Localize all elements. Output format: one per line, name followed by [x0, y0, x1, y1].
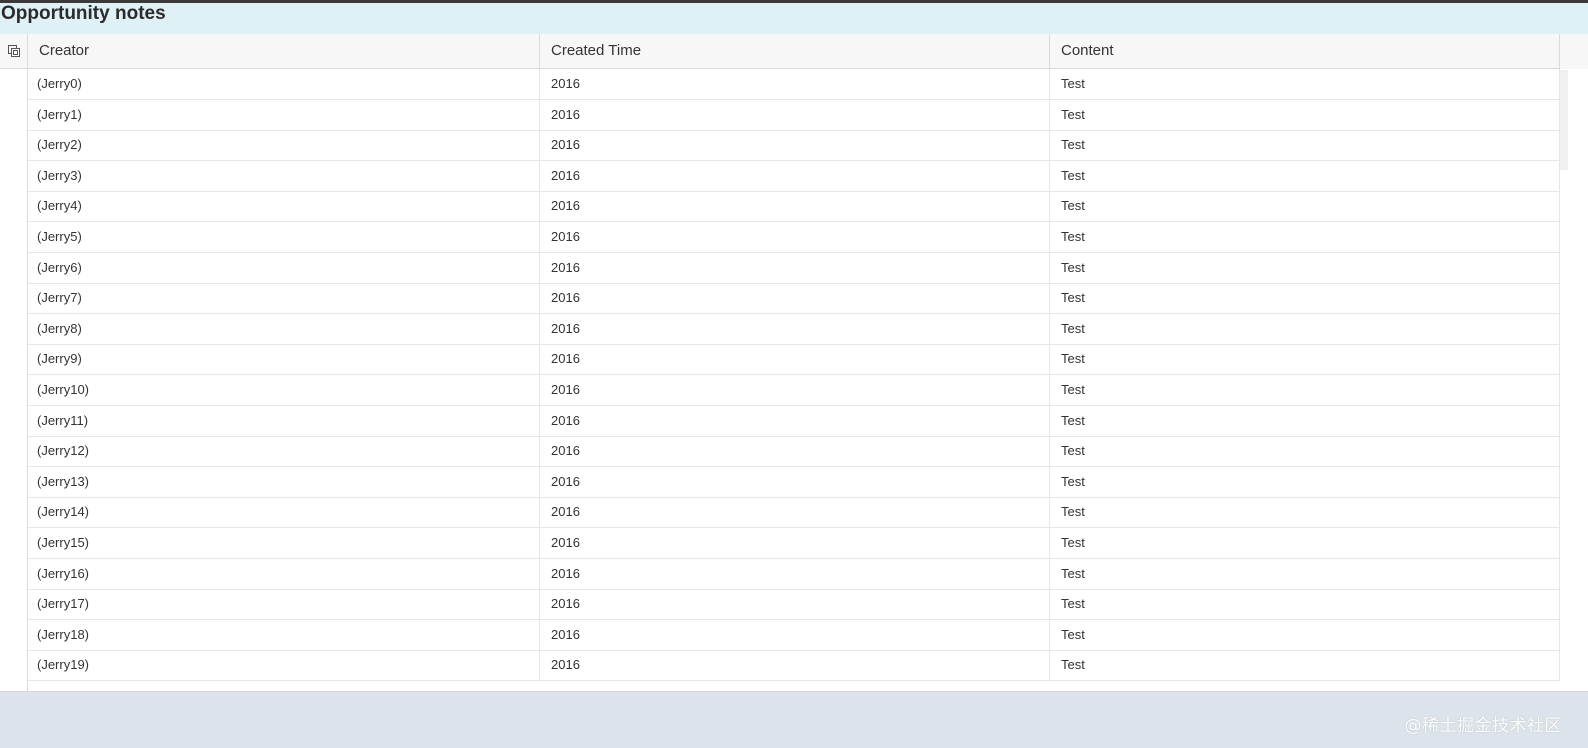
- cell-content: Test: [1050, 222, 1560, 252]
- cell-created-time: 2016: [540, 650, 1050, 680]
- table-row[interactable]: (Jerry10) 2016 Test: [28, 375, 1560, 406]
- cell-content: Test: [1050, 283, 1560, 313]
- cell-created-time: 2016: [540, 497, 1050, 527]
- cell-created-time: 2016: [540, 589, 1050, 619]
- cell-content: Test: [1050, 100, 1560, 130]
- table-row[interactable]: (Jerry11) 2016 Test: [28, 406, 1560, 437]
- table-header-row: Creator Created Time Content: [0, 34, 1588, 69]
- table-row[interactable]: (Jerry2) 2016 Test: [28, 130, 1560, 161]
- cell-created-time: 2016: [540, 314, 1050, 344]
- cell-created-time: 2016: [540, 559, 1050, 589]
- table-row[interactable]: (Jerry14) 2016 Test: [28, 497, 1560, 528]
- column-header-created-time[interactable]: Created Time: [540, 34, 1050, 69]
- vertical-scrollbar-thumb[interactable]: [1560, 70, 1568, 170]
- cell-created-time: 2016: [540, 436, 1050, 466]
- cell-created-time: 2016: [540, 283, 1050, 313]
- cell-created-time: 2016: [540, 191, 1050, 221]
- cell-content: Test: [1050, 69, 1560, 99]
- cell-content: Test: [1050, 375, 1560, 405]
- table-row[interactable]: (Jerry0) 2016 Test: [28, 69, 1560, 100]
- cell-created-time: 2016: [540, 130, 1050, 160]
- cell-content: Test: [1050, 344, 1560, 374]
- cell-creator: (Jerry9): [28, 344, 540, 374]
- cell-content: Test: [1050, 620, 1560, 650]
- table-row[interactable]: (Jerry6) 2016 Test: [28, 253, 1560, 284]
- column-header-content[interactable]: Content: [1050, 34, 1560, 69]
- cell-creator: (Jerry13): [28, 467, 540, 497]
- cell-content: Test: [1050, 130, 1560, 160]
- table-row[interactable]: (Jerry8) 2016 Test: [28, 314, 1560, 345]
- cell-content: Test: [1050, 559, 1560, 589]
- table-row[interactable]: (Jerry18) 2016 Test: [28, 620, 1560, 651]
- table-row[interactable]: (Jerry13) 2016 Test: [28, 467, 1560, 498]
- cell-creator: (Jerry1): [28, 100, 540, 130]
- cell-creator: (Jerry7): [28, 283, 540, 313]
- table-row[interactable]: (Jerry5) 2016 Test: [28, 222, 1560, 253]
- cell-created-time: 2016: [540, 406, 1050, 436]
- cell-created-time: 2016: [540, 161, 1050, 191]
- cell-content: Test: [1050, 253, 1560, 283]
- cell-creator: (Jerry8): [28, 314, 540, 344]
- select-all-icon[interactable]: [8, 45, 21, 58]
- table-row[interactable]: (Jerry15) 2016 Test: [28, 528, 1560, 559]
- cell-content: Test: [1050, 589, 1560, 619]
- cell-content: Test: [1050, 528, 1560, 558]
- cell-created-time: 2016: [540, 100, 1050, 130]
- table-row[interactable]: (Jerry19) 2016 Test: [28, 650, 1560, 681]
- cell-creator: (Jerry12): [28, 436, 540, 466]
- cell-content: Test: [1050, 161, 1560, 191]
- cell-creator: (Jerry0): [28, 69, 540, 99]
- cell-creator: (Jerry4): [28, 191, 540, 221]
- cell-created-time: 2016: [540, 467, 1050, 497]
- cell-creator: (Jerry18): [28, 620, 540, 650]
- row-selector-column: [0, 69, 28, 691]
- cell-created-time: 2016: [540, 620, 1050, 650]
- table-row[interactable]: (Jerry4) 2016 Test: [28, 191, 1560, 222]
- cell-created-time: 2016: [540, 375, 1050, 405]
- table-row[interactable]: (Jerry1) 2016 Test: [28, 100, 1560, 131]
- notes-table: Creator Created Time Content (Jerry0) 201…: [0, 34, 1588, 692]
- column-header-creator[interactable]: Creator: [28, 34, 540, 69]
- cell-content: Test: [1050, 191, 1560, 221]
- cell-creator: (Jerry5): [28, 222, 540, 252]
- cell-content: Test: [1050, 314, 1560, 344]
- select-all-cell[interactable]: [0, 34, 28, 69]
- cell-created-time: 2016: [540, 344, 1050, 374]
- cell-creator: (Jerry14): [28, 497, 540, 527]
- watermark-text: @稀土掘金技术社区: [1404, 716, 1562, 736]
- cell-content: Test: [1050, 436, 1560, 466]
- cell-content: Test: [1050, 497, 1560, 527]
- cell-created-time: 2016: [540, 528, 1050, 558]
- header-scroll-filler: [1560, 34, 1588, 69]
- cell-creator: (Jerry17): [28, 589, 540, 619]
- table-row[interactable]: (Jerry3) 2016 Test: [28, 161, 1560, 192]
- table-row[interactable]: (Jerry16) 2016 Test: [28, 559, 1560, 590]
- panel-title-bar: Opportunity notes: [0, 3, 1588, 34]
- cell-creator: (Jerry10): [28, 375, 540, 405]
- cell-content: Test: [1050, 467, 1560, 497]
- cell-created-time: 2016: [540, 69, 1050, 99]
- cell-content: Test: [1050, 650, 1560, 680]
- cell-creator: (Jerry6): [28, 253, 540, 283]
- cell-creator: (Jerry2): [28, 130, 540, 160]
- table-row[interactable]: (Jerry17) 2016 Test: [28, 589, 1560, 620]
- cell-creator: (Jerry11): [28, 406, 540, 436]
- table-row[interactable]: (Jerry9) 2016 Test: [28, 344, 1560, 375]
- cell-creator: (Jerry19): [28, 650, 540, 680]
- cell-creator: (Jerry15): [28, 528, 540, 558]
- table-row[interactable]: (Jerry12) 2016 Test: [28, 436, 1560, 467]
- cell-content: Test: [1050, 406, 1560, 436]
- cell-created-time: 2016: [540, 222, 1050, 252]
- cell-creator: (Jerry16): [28, 559, 540, 589]
- cell-creator: (Jerry3): [28, 161, 540, 191]
- panel-title: Opportunity notes: [1, 3, 166, 24]
- table-row[interactable]: (Jerry7) 2016 Test: [28, 283, 1560, 314]
- cell-created-time: 2016: [540, 253, 1050, 283]
